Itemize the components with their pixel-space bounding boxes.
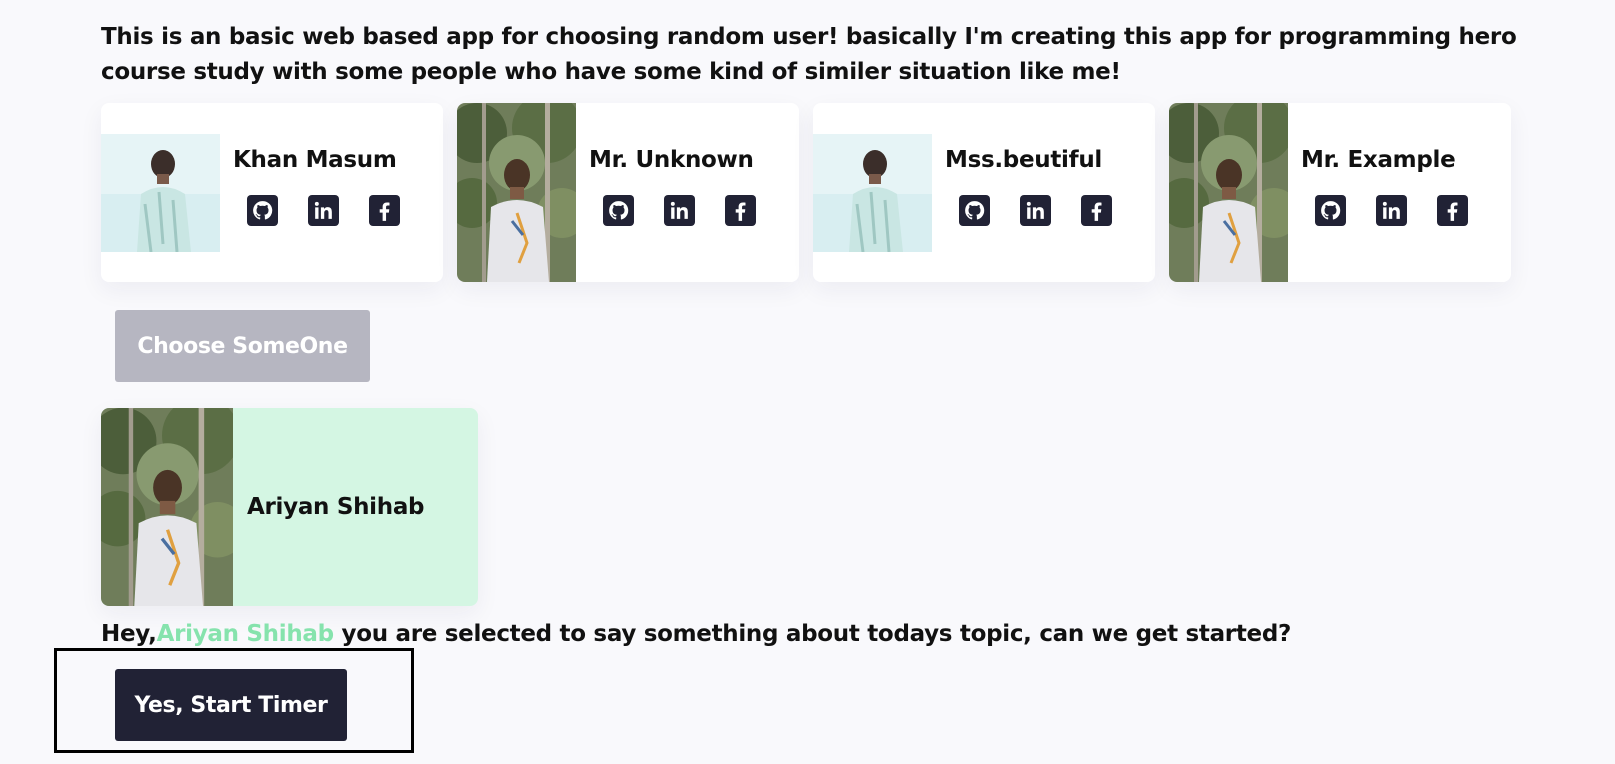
user-name: Mss.beutiful [945,147,1102,173]
social-links [247,195,400,226]
social-links [1315,195,1468,226]
user-name: Khan Masum [233,147,397,173]
linkedin-icon[interactable] [308,195,339,226]
facebook-icon[interactable] [1437,195,1468,226]
user-name: Mr. Example [1301,147,1456,173]
message-highlighted-name: Ariyan Shihab [156,621,335,647]
github-icon[interactable] [959,195,990,226]
user-card: Khan Masum [101,103,443,282]
selected-user-name: Ariyan Shihab [247,494,425,520]
selection-message: Hey,Ariyan Shihab you are selected to sa… [101,621,1291,647]
linkedin-icon[interactable] [1020,195,1051,226]
user-photo [1169,103,1288,282]
start-timer-button[interactable]: Yes, Start Timer [115,669,347,741]
user-card: Mr. Unknown [457,103,799,282]
message-prefix: Hey, [101,621,157,647]
facebook-icon[interactable] [369,195,400,226]
github-icon[interactable] [603,195,634,226]
social-links [959,195,1112,226]
linkedin-icon[interactable] [1376,195,1407,226]
facebook-icon[interactable] [1081,195,1112,226]
facebook-icon[interactable] [725,195,756,226]
user-card: Mss.beutiful [813,103,1155,282]
choose-someone-button[interactable]: Choose SomeOne [115,310,370,382]
user-cards: Khan Masum Mr. Unknown Mss.beutiful Mr. … [101,103,1511,282]
user-photo [101,134,220,252]
social-links [603,195,756,226]
intro-text: This is an basic web based app for choos… [101,24,1517,85]
selected-user-card: Ariyan Shihab [101,408,478,606]
user-name: Mr. Unknown [589,147,754,173]
github-icon[interactable] [247,195,278,226]
user-card: Mr. Example [1169,103,1511,282]
message-suffix: you are selected to say something about … [333,621,1292,647]
user-photo [813,134,932,252]
github-icon[interactable] [1315,195,1346,226]
user-photo [457,103,576,282]
selected-user-photo [101,408,233,606]
linkedin-icon[interactable] [664,195,695,226]
